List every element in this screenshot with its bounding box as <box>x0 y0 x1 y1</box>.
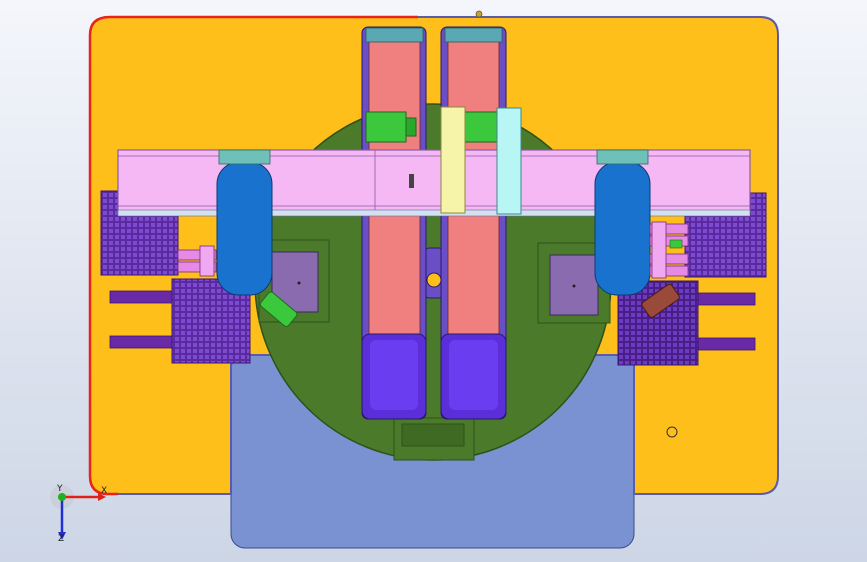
left-rail-cap <box>365 27 424 43</box>
x-axis-label: X <box>101 486 107 496</box>
left-rail[interactable] <box>361 26 427 420</box>
left-clamp-arm[interactable] <box>216 149 273 296</box>
left-clamp-cap <box>218 149 271 165</box>
center-pivot-hole <box>426 272 442 288</box>
turntable-notch-inner <box>401 423 465 447</box>
y-axis-label: Y <box>56 484 63 494</box>
cad-graphics-viewport[interactable]: X Y Z <box>0 0 867 562</box>
crossbeam[interactable] <box>117 149 751 217</box>
cyan-slider-block[interactable] <box>496 107 522 215</box>
right-clamp-cap <box>596 149 649 165</box>
top-marker <box>475 10 483 18</box>
right-rail-cap <box>444 27 503 43</box>
z-axis-label: Z <box>58 534 64 544</box>
right-clamp-arm[interactable] <box>594 149 651 296</box>
crossbeam-slot <box>409 174 414 188</box>
yellow-slider-block[interactable] <box>440 106 466 214</box>
right-rail[interactable] <box>440 26 507 420</box>
y-axis-dot <box>58 493 66 501</box>
